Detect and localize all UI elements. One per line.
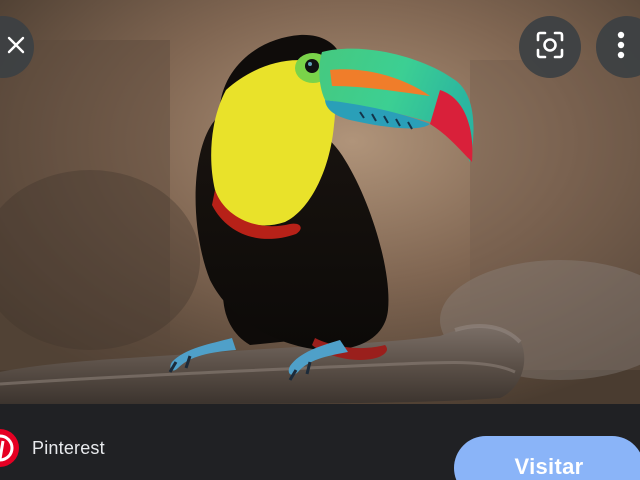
source-name: Pinterest (32, 437, 105, 458)
pinterest-logo-icon (0, 429, 19, 467)
image-source-bar: Pinterest Visitar (0, 404, 640, 480)
more-vert-icon (617, 31, 625, 64)
google-lens-icon (535, 30, 565, 65)
source-link[interactable]: Pinterest (0, 428, 105, 468)
close-icon (6, 35, 26, 60)
google-lens-button[interactable] (519, 16, 581, 78)
visit-button[interactable]: Visitar (454, 436, 640, 480)
image-viewer: Pinterest Visitar (0, 0, 640, 480)
